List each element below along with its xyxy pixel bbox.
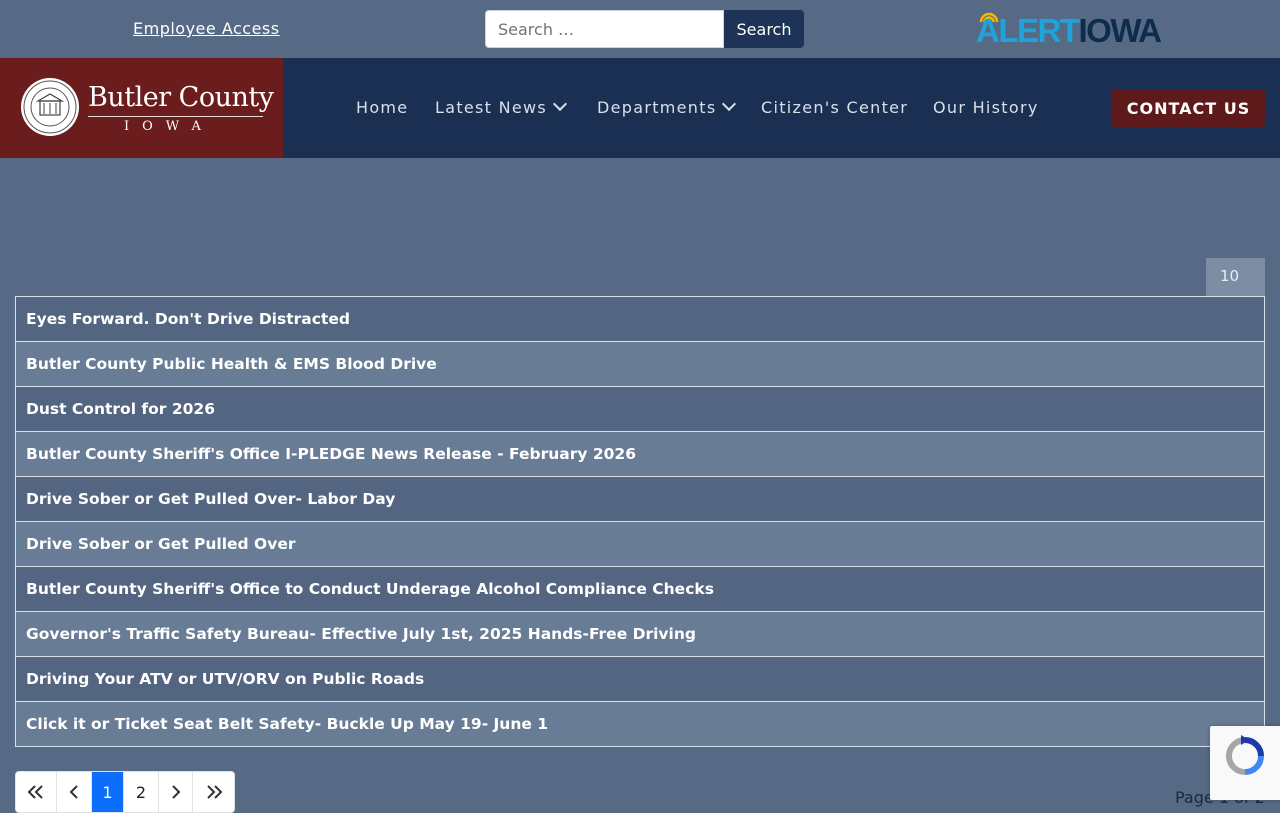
- first-page-button[interactable]: [16, 772, 57, 812]
- brand-logo[interactable]: Butler County IOWA: [0, 58, 283, 158]
- double-chevron-left-icon: [27, 785, 43, 799]
- search-input[interactable]: [485, 10, 724, 48]
- list-item[interactable]: Eyes Forward. Don't Drive Distracted: [16, 297, 1264, 342]
- chevron-down-icon: [722, 96, 737, 112]
- brand-state: IOWA: [124, 119, 214, 134]
- nav-item-home[interactable]: Home: [356, 98, 408, 117]
- top-bar: Employee Access Search ALERTIOWA: [0, 0, 1280, 58]
- list-item[interactable]: Drive Sober or Get Pulled Over: [16, 522, 1264, 567]
- search-form: Search: [485, 10, 804, 48]
- alert-iowa-wordmark: ALERTIOWA: [976, 12, 1162, 49]
- nav-item-our-history[interactable]: Our History: [933, 98, 1039, 117]
- list-item[interactable]: Butler County Public Health & EMS Blood …: [16, 342, 1264, 387]
- search-button[interactable]: Search: [724, 10, 804, 48]
- next-page-button[interactable]: [159, 772, 193, 812]
- nav-item-latest-news[interactable]: Latest News: [435, 96, 568, 117]
- recaptcha-badge[interactable]: [1210, 726, 1280, 800]
- main-navbar: Butler County IOWA Home Latest News Depa…: [0, 58, 1280, 158]
- recaptcha-icon: [1226, 735, 1264, 775]
- brand-divider: [88, 116, 263, 117]
- chevron-left-icon: [69, 785, 78, 799]
- alert-iowa-logo[interactable]: ALERTIOWA: [976, 10, 1178, 50]
- list-item[interactable]: Butler County Sheriff's Office to Conduc…: [16, 567, 1264, 612]
- list-item[interactable]: Butler County Sheriff's Office I-PLEDGE …: [16, 432, 1264, 477]
- list-item[interactable]: Drive Sober or Get Pulled Over- Labor Da…: [16, 477, 1264, 522]
- page-button-1[interactable]: 1: [92, 772, 124, 812]
- nav-item-departments[interactable]: Departments: [597, 96, 737, 117]
- chevron-right-icon: [171, 785, 180, 799]
- last-page-button[interactable]: [193, 772, 234, 812]
- prev-page-button[interactable]: [57, 772, 92, 812]
- nav-item-citizens-center[interactable]: Citizen's Center: [761, 98, 908, 117]
- list-item[interactable]: Driving Your ATV or UTV/ORV on Public Ro…: [16, 657, 1264, 702]
- per-page-select[interactable]: 10: [1206, 258, 1265, 296]
- chevron-down-icon: [553, 96, 568, 112]
- contact-us-button[interactable]: CONTACT US: [1112, 89, 1265, 127]
- list-item[interactable]: Governor's Traffic Safety Bureau- Effect…: [16, 612, 1264, 657]
- employee-access-link[interactable]: Employee Access: [133, 19, 280, 38]
- double-chevron-right-icon: [206, 785, 222, 799]
- list-item[interactable]: Click it or Ticket Seat Belt Safety- Buc…: [16, 702, 1264, 746]
- page-button-2[interactable]: 2: [124, 772, 159, 812]
- county-seal-icon: [21, 78, 79, 136]
- brand-name: Butler County: [88, 82, 274, 113]
- pagination: 1 2: [15, 771, 235, 813]
- news-list: Eyes Forward. Don't Drive Distracted But…: [15, 296, 1265, 747]
- list-item[interactable]: Dust Control for 2026: [16, 387, 1264, 432]
